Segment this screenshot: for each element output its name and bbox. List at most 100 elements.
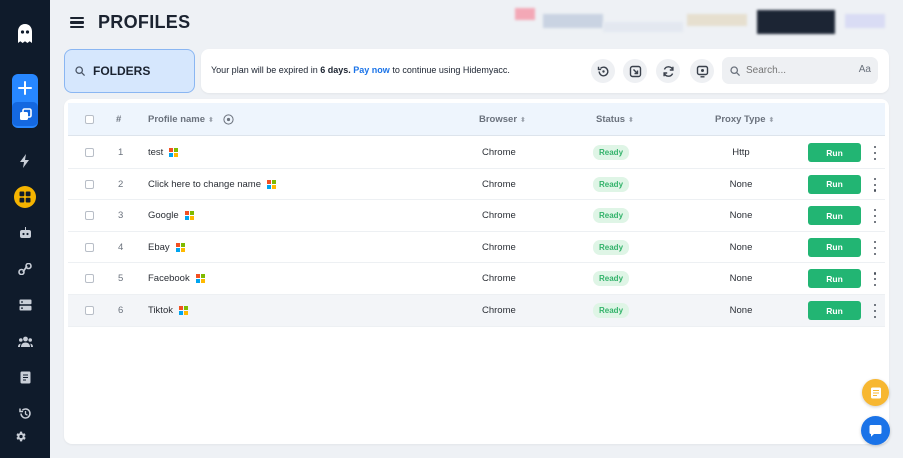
profile-name[interactable]: Tiktok [148, 305, 173, 316]
page-title: PROFILES [98, 12, 191, 32]
restore-button[interactable] [591, 59, 615, 83]
more-options-icon[interactable] [872, 177, 878, 192]
sort-icon: ⬍ [768, 116, 775, 124]
table-row[interactable]: 5 Facebook Chrome Ready None Run [68, 263, 885, 295]
bulk-create-button[interactable] [12, 102, 38, 126]
more-options-icon[interactable] [872, 272, 878, 287]
grid-icon [19, 191, 31, 203]
row-checkbox[interactable] [85, 306, 94, 315]
row-checkbox[interactable] [85, 242, 94, 252]
browser-cell: Chrome [482, 241, 516, 253]
run-button[interactable]: Run [808, 269, 861, 289]
header-status[interactable]: Status ⬍ [596, 114, 634, 125]
more-options-icon[interactable] [872, 146, 878, 160]
refresh-icon [662, 65, 674, 77]
status-badge: Ready [593, 176, 630, 192]
import-button[interactable] [623, 59, 647, 83]
add-profile-button[interactable] [12, 76, 38, 100]
lightning-icon [20, 154, 29, 168]
profile-name[interactable]: Google [148, 210, 179, 221]
nav-team[interactable] [14, 330, 36, 352]
profile-name-cell[interactable]: Click here to change name [148, 179, 277, 190]
more-options-icon[interactable] [872, 240, 878, 255]
sort-icon: ⬍ [628, 116, 634, 124]
note-icon [870, 387, 881, 398]
screen-button[interactable] [690, 59, 714, 83]
header-proxy-type[interactable]: Proxy Type ⬍ [715, 114, 774, 125]
profile-name-cell[interactable]: Ebay [148, 242, 185, 253]
robot-icon [19, 227, 31, 238]
row-checkbox[interactable] [85, 148, 94, 157]
browser-cell: Chrome [482, 147, 516, 158]
refresh-button[interactable] [656, 59, 680, 83]
browser-cell: Chrome [482, 178, 516, 190]
status-badge: Ready [593, 145, 630, 160]
add-column-icon[interactable] [223, 114, 234, 125]
run-button[interactable]: Run [808, 174, 861, 194]
profile-name[interactable]: Facebook [148, 273, 190, 284]
nav-history[interactable] [14, 402, 36, 424]
nav-settings[interactable] [14, 430, 27, 448]
gear-icon [16, 431, 26, 442]
notice-suffix: to continue using Hidemyacc. [389, 65, 510, 75]
windows-os-icon [175, 242, 185, 252]
link-icon [18, 263, 32, 275]
windows-os-icon [169, 148, 179, 157]
pay-now-link[interactable]: Pay now [353, 65, 390, 75]
profile-name-cell[interactable]: Tiktok [148, 305, 188, 316]
team-icon [17, 336, 33, 347]
table-header: # Profile name ⬍ Browser ⬍ Status ⬍ Proxy … [68, 103, 885, 136]
chat-support-button[interactable] [861, 416, 890, 445]
table-row[interactable]: 6 Tiktok Chrome Ready None Run [68, 295, 885, 327]
search-icon [75, 66, 85, 76]
receipt-icon [20, 371, 30, 383]
more-options-icon[interactable] [872, 209, 878, 224]
table-row[interactable]: 1 test Chrome Ready Http Run [68, 137, 885, 169]
run-button[interactable]: Run [808, 206, 861, 226]
run-button[interactable]: Run [808, 301, 861, 320]
notice-days: 6 days. [320, 65, 351, 75]
table-row[interactable]: 3 Google Chrome Ready None Run [68, 200, 885, 232]
proxy-type-cell: None [729, 305, 753, 316]
run-button[interactable]: Run [808, 143, 861, 162]
header-browser[interactable]: Browser ⬍ [479, 114, 526, 125]
profile-name-cell[interactable]: Google [148, 210, 194, 221]
profile-name[interactable]: test [148, 147, 163, 158]
run-button[interactable]: Run [808, 237, 861, 257]
table-row[interactable]: 4 Ebay Chrome Ready None Run [68, 232, 885, 264]
notes-button[interactable] [862, 379, 889, 406]
sort-icon: ⬍ [208, 116, 214, 124]
plan-expiry-notice: Your plan will be expired in 6 days. Pay… [211, 65, 510, 75]
folders-button[interactable]: FOLDERS [64, 49, 195, 93]
table-row[interactable]: 2 Click here to change name Chrome Ready… [68, 169, 885, 201]
row-index: 3 [118, 210, 124, 222]
nav-robot[interactable] [14, 222, 36, 244]
header-index: # [116, 114, 122, 125]
header-profile-name-label: Profile name [148, 114, 206, 125]
row-checkbox[interactable] [85, 274, 94, 284]
profile-name-cell[interactable]: Facebook [148, 273, 205, 284]
header-profile-name[interactable]: Profile name ⬍ [148, 114, 234, 125]
nav-profiles[interactable] [14, 186, 36, 208]
notice-prefix: Your plan will be expired in [211, 65, 321, 75]
hamburger-menu-icon[interactable] [70, 16, 84, 29]
nav-server[interactable] [14, 294, 36, 316]
profile-name[interactable]: Click here to change name [148, 179, 261, 190]
match-case-toggle[interactable]: Aa [859, 64, 871, 75]
nav-automation[interactable] [14, 150, 36, 172]
nav-proxy[interactable] [14, 258, 36, 280]
header-status-label: Status [596, 114, 626, 125]
profile-name[interactable]: Ebay [148, 242, 170, 253]
more-options-icon[interactable] [872, 304, 878, 318]
nav-billing[interactable] [14, 366, 36, 388]
row-checkbox[interactable] [85, 179, 94, 189]
toolbar: Your plan will be expired in 6 days. Pay… [201, 49, 889, 93]
browser-cell: Chrome [482, 273, 516, 285]
search-input[interactable] [746, 65, 856, 76]
row-index: 4 [118, 241, 124, 253]
row-checkbox[interactable] [85, 211, 94, 221]
select-all-checkbox[interactable] [85, 115, 94, 124]
profile-name-cell[interactable]: test [148, 147, 179, 158]
account-info-blurred [515, 8, 895, 38]
history-icon [18, 407, 31, 419]
